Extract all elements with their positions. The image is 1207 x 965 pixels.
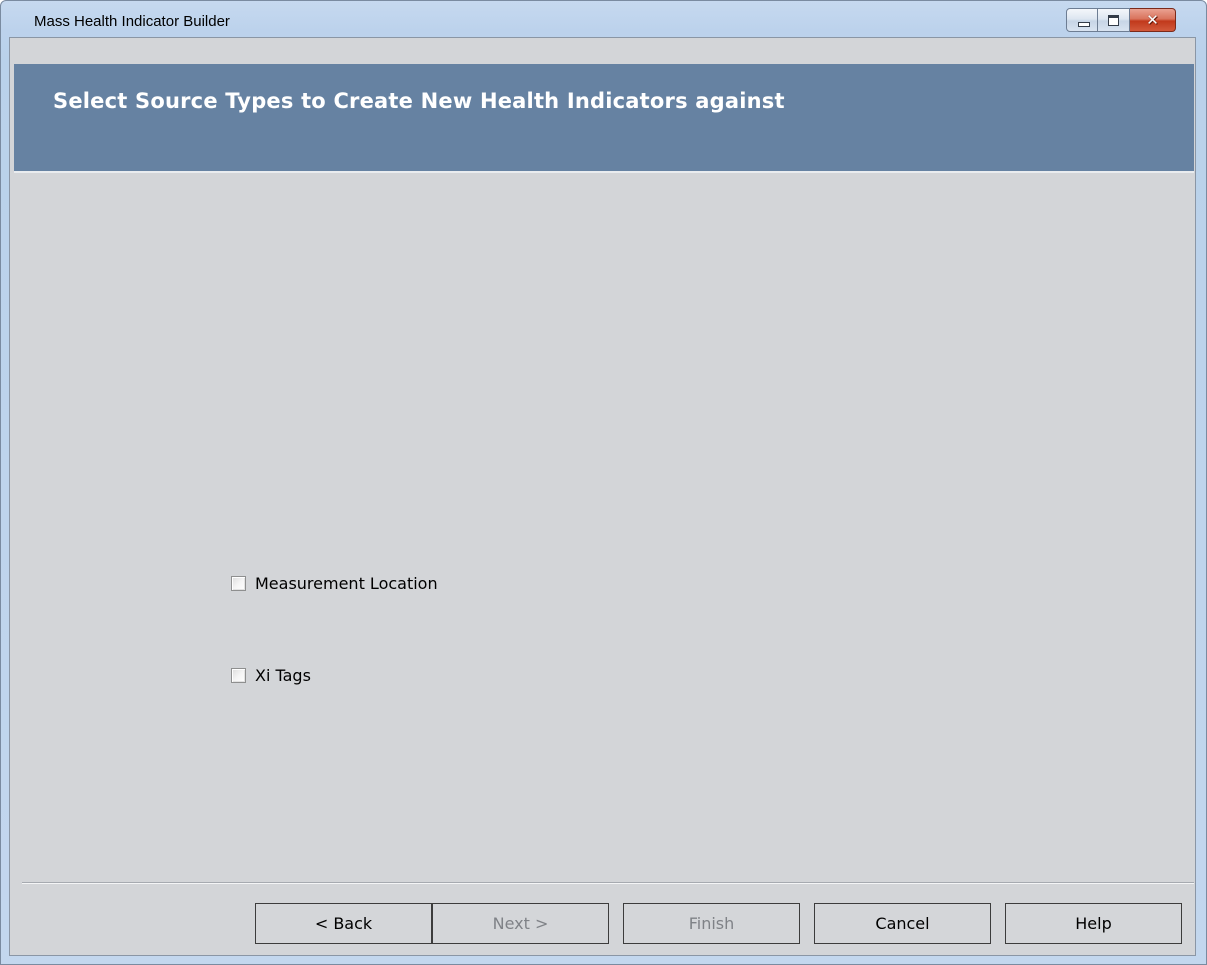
close-icon: ✕ <box>1146 11 1159 29</box>
caption-buttons: ✕ <box>1066 8 1176 32</box>
next-button[interactable]: Next > <box>432 903 609 944</box>
minimize-button[interactable] <box>1066 8 1098 32</box>
measurement-location-label: Measurement Location <box>255 574 438 593</box>
option-xi-tags[interactable]: Xi Tags <box>231 666 311 685</box>
finish-button[interactable]: Finish <box>623 903 800 944</box>
options-panel <box>14 173 1194 881</box>
xi-tags-checkbox[interactable] <box>231 668 246 683</box>
page-title: Select Source Types to Create New Health… <box>53 89 785 113</box>
close-button[interactable]: ✕ <box>1130 8 1176 32</box>
cancel-button[interactable]: Cancel <box>814 903 991 944</box>
minimize-icon <box>1078 22 1090 27</box>
option-measurement-location[interactable]: Measurement Location <box>231 574 438 593</box>
maximize-button[interactable] <box>1098 8 1130 32</box>
title-bar[interactable]: Mass Health Indicator Builder ✕ <box>1 1 1206 37</box>
help-button[interactable]: Help <box>1005 903 1182 944</box>
window-title: Mass Health Indicator Builder <box>34 13 230 30</box>
maximize-icon <box>1108 15 1119 26</box>
xi-tags-label: Xi Tags <box>255 666 311 685</box>
measurement-location-checkbox[interactable] <box>231 576 246 591</box>
header-banner <box>14 64 1194 171</box>
back-button[interactable]: < Back <box>255 903 432 944</box>
